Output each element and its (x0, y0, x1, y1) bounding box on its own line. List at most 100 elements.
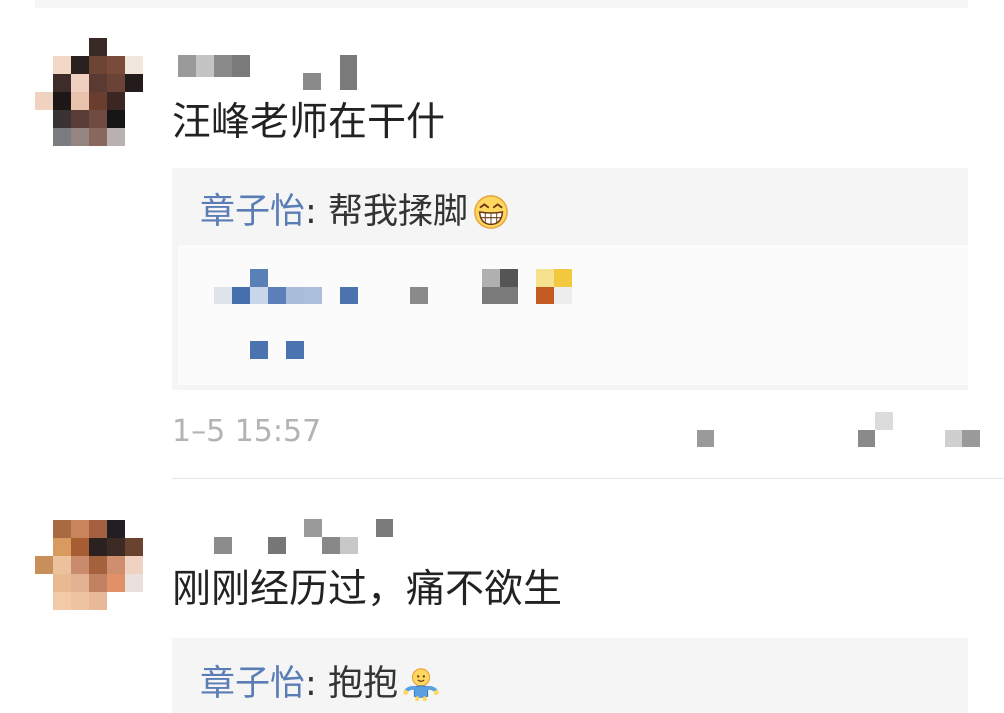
avatar-pixel (53, 110, 71, 128)
redacted-pixel (340, 287, 358, 304)
avatar-pixel (71, 520, 89, 538)
comment-divider (172, 478, 1004, 479)
avatar-pixel (89, 110, 107, 128)
redacted-pixel (250, 287, 268, 304)
redacted-pixel (304, 287, 322, 304)
redacted-pixel (376, 519, 393, 537)
avatar-pixel (53, 574, 71, 592)
avatar-pixel (53, 520, 71, 538)
reply-box[interactable]: 章子怡 : 抱抱 (172, 638, 968, 713)
avatar-pixel (53, 128, 71, 146)
avatar[interactable] (35, 38, 143, 146)
avatar-pixel (89, 520, 107, 538)
reply-line: 章子怡 : 抱抱 (200, 662, 440, 706)
reply-separator: : (305, 664, 328, 704)
avatar-pixel (89, 574, 107, 592)
avatar-pixel (71, 128, 89, 146)
avatar-pixel (71, 56, 89, 74)
avatar-pixel (125, 556, 143, 574)
redacted-pixel (875, 412, 893, 430)
redacted-pixel (945, 430, 962, 447)
hug-icon (402, 665, 440, 703)
comment-timestamp: 1–5 15:57 (172, 414, 322, 449)
redacted-pixel (214, 287, 232, 304)
redacted-pixel (500, 269, 518, 287)
redacted-pixel (214, 55, 232, 77)
redacted-pixel (196, 55, 214, 77)
avatar-pixel (125, 56, 143, 74)
avatar-pixel (107, 110, 125, 128)
avatar-pixel (53, 592, 71, 610)
redacted-pixel (214, 537, 232, 554)
redacted-pixel (250, 269, 268, 287)
redacted-pixel (697, 430, 714, 447)
comment-list: 汪峰老师在干什 章子怡 : 帮我揉脚 1–5 15:57 刚刚经历过，痛不欲生 … (0, 0, 1004, 713)
redacted-pixel (178, 55, 196, 77)
avatar-pixel (71, 574, 89, 592)
avatar-pixel (71, 556, 89, 574)
reply-author-link[interactable]: 章子怡 (200, 190, 305, 234)
reply-separator: : (305, 192, 328, 232)
avatar-pixel (53, 92, 71, 110)
avatar-pixel (53, 556, 71, 574)
reply-line: 章子怡 : 帮我揉脚 (200, 190, 510, 234)
avatar-pixel (107, 128, 125, 146)
redacted-pixel (554, 269, 572, 287)
avatar-pixel (107, 556, 125, 574)
previous-reply-box (35, 0, 968, 8)
avatar-pixel (71, 74, 89, 92)
redacted-pixel (554, 287, 572, 304)
avatar-pixel (71, 92, 89, 110)
avatar-pixel (125, 574, 143, 592)
reply-author-link[interactable]: 章子怡 (200, 662, 305, 706)
redacted-pixel (536, 287, 554, 304)
avatar-pixel (35, 92, 53, 110)
avatar-pixel (71, 538, 89, 556)
avatar-pixel (53, 56, 71, 74)
avatar-pixel (107, 92, 125, 110)
avatar-pixel (89, 56, 107, 74)
redacted-pixel (268, 537, 286, 554)
avatar-pixel (107, 74, 125, 92)
avatar-pixel (125, 74, 143, 92)
avatar[interactable] (35, 520, 143, 610)
comment-text: 汪峰老师在干什 (172, 100, 446, 145)
avatar-pixel (89, 592, 107, 610)
avatar-pixel (89, 38, 107, 56)
reply-text: 抱抱 (327, 664, 398, 704)
redacted-pixel (286, 287, 304, 304)
redacted-pixel (232, 287, 250, 304)
redacted-pixel (322, 537, 340, 554)
redacted-pixel (482, 269, 500, 287)
redacted-pixel (340, 55, 357, 90)
avatar-pixel (107, 56, 125, 74)
avatar-pixel (89, 74, 107, 92)
redacted-pixel (232, 55, 250, 77)
avatar-pixel (89, 538, 107, 556)
redacted-pixel (340, 537, 358, 554)
avatar-pixel (107, 574, 125, 592)
avatar-pixel (125, 538, 143, 556)
more-replies-redacted[interactable] (178, 245, 968, 385)
avatar-pixel (35, 556, 53, 574)
redacted-pixel (962, 430, 980, 447)
redacted-pixel (410, 287, 428, 304)
avatar-pixel (71, 110, 89, 128)
avatar-pixel (107, 520, 125, 538)
reply-text: 帮我揉脚 (327, 192, 468, 232)
redacted-pixel (858, 430, 875, 447)
comment-text: 刚刚经历过，痛不欲生 (172, 567, 563, 612)
redacted-pixel (286, 341, 304, 359)
avatar-pixel (53, 538, 71, 556)
avatar-pixel (71, 592, 89, 610)
avatar-pixel (89, 92, 107, 110)
avatar-pixel (107, 538, 125, 556)
redacted-pixel (304, 519, 322, 537)
avatar-pixel (89, 556, 107, 574)
redacted-pixel (268, 287, 286, 304)
redacted-pixel (250, 341, 268, 359)
grinning-face-icon (472, 193, 510, 231)
redacted-pixel (482, 287, 518, 304)
redacted-pixel (536, 269, 554, 287)
avatar-pixel (53, 74, 71, 92)
